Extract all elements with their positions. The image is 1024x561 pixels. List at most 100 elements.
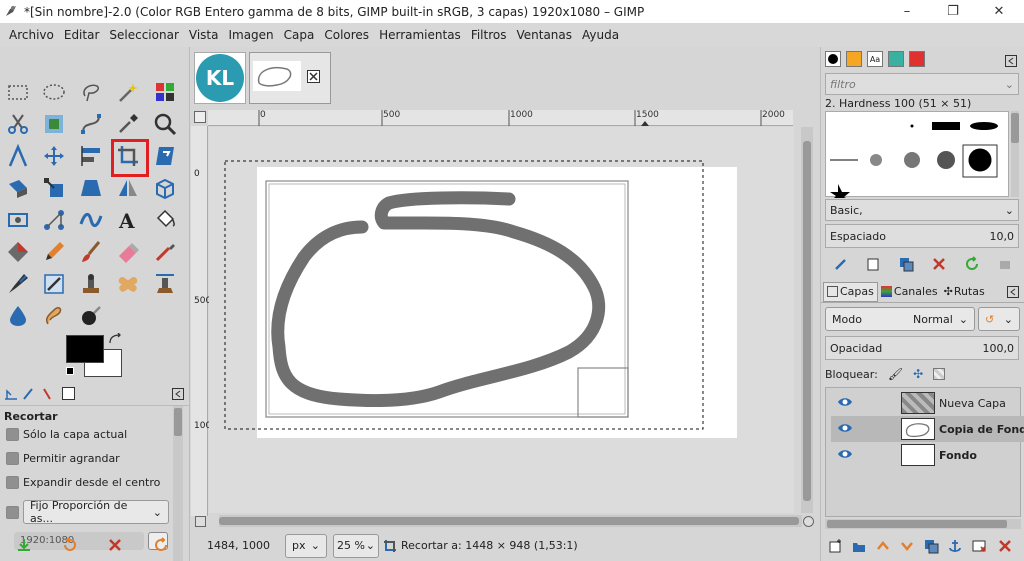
images-tab-icon[interactable] bbox=[62, 387, 75, 400]
current-layer-only-option[interactable]: Sólo la capa actual bbox=[6, 428, 127, 441]
expand-center-option[interactable]: Expandir desde el centro bbox=[6, 476, 160, 489]
quick-mask-icon[interactable] bbox=[194, 111, 206, 123]
flip-tool[interactable] bbox=[113, 173, 143, 203]
fonts-tab[interactable]: Aa bbox=[867, 51, 883, 67]
move-tool[interactable] bbox=[39, 141, 69, 171]
blur-tool[interactable] bbox=[3, 301, 33, 331]
layer-row[interactable]: Fondo bbox=[831, 442, 1024, 468]
opacity-slider[interactable]: Opacidad 100,0 bbox=[825, 336, 1019, 360]
vertical-scrollbar[interactable] bbox=[801, 127, 813, 513]
tab-capas[interactable]: Capas bbox=[823, 281, 878, 302]
vertical-ruler[interactable]: 0 500 1000 bbox=[191, 126, 217, 516]
lock-pixels-icon[interactable]: 🖌 bbox=[888, 367, 903, 381]
ink-tool[interactable] bbox=[3, 269, 33, 299]
lock-position-icon[interactable]: ✣ bbox=[913, 367, 923, 381]
handle-transform-tool[interactable] bbox=[39, 205, 69, 235]
eye-icon[interactable] bbox=[837, 448, 853, 460]
heal-tool[interactable] bbox=[113, 269, 143, 299]
tool-options-tab-icon[interactable] bbox=[4, 387, 18, 401]
unified-transform-tool[interactable] bbox=[150, 141, 180, 171]
menu-vista[interactable]: Vista bbox=[184, 28, 224, 42]
maximize-button[interactable]: ❐ bbox=[930, 0, 976, 23]
warp-tool[interactable] bbox=[3, 205, 33, 235]
ellipse-select-tool[interactable] bbox=[39, 77, 69, 107]
menu-ventanas[interactable]: Ventanas bbox=[511, 28, 577, 42]
brush-filter-field[interactable]: filtro ⌄ bbox=[825, 73, 1019, 95]
smudge-tool[interactable] bbox=[39, 301, 69, 331]
restore-preset-icon[interactable] bbox=[62, 537, 78, 553]
free-select-tool[interactable] bbox=[76, 77, 106, 107]
eraser-tool[interactable] bbox=[113, 237, 143, 267]
current-layer-only-checkbox[interactable] bbox=[6, 428, 19, 441]
bucket-fill-tool[interactable] bbox=[150, 205, 180, 235]
brush-preset-dropdown[interactable]: Basic, ⌄ bbox=[825, 199, 1019, 221]
zoom-tool[interactable] bbox=[150, 109, 180, 139]
reset-options-icon[interactable] bbox=[153, 537, 169, 553]
brush-grid-scrollbar[interactable] bbox=[1011, 111, 1019, 197]
menu-filtros[interactable]: Filtros bbox=[466, 28, 512, 42]
shear-tool[interactable] bbox=[3, 173, 33, 203]
open-brush-icon[interactable] bbox=[997, 256, 1013, 272]
fixed-option[interactable]: Fijo Proporción de as... ⌄ bbox=[6, 499, 169, 525]
new-layer-group-icon[interactable] bbox=[851, 538, 867, 554]
new-layer-icon[interactable] bbox=[827, 538, 843, 554]
perspective-tool[interactable] bbox=[76, 173, 106, 203]
canvas-viewport[interactable] bbox=[209, 127, 794, 513]
eye-icon[interactable] bbox=[837, 396, 853, 408]
paths-tool[interactable] bbox=[76, 109, 106, 139]
minimize-button[interactable]: – bbox=[884, 0, 930, 23]
brushes-tab[interactable] bbox=[825, 51, 841, 67]
undo-history-tab-icon[interactable] bbox=[40, 387, 54, 401]
align-tool[interactable] bbox=[76, 141, 106, 171]
device-status-tab-icon[interactable] bbox=[22, 387, 36, 401]
aspect-ratio-field[interactable]: 1920:1080 bbox=[14, 532, 144, 550]
menu-herramientas[interactable]: Herramientas bbox=[374, 28, 466, 42]
delete-preset-icon[interactable] bbox=[107, 537, 123, 553]
allow-grow-option[interactable]: Permitir agrandar bbox=[6, 452, 120, 465]
menu-seleccionar[interactable]: Seleccionar bbox=[104, 28, 183, 42]
measure-tool[interactable] bbox=[3, 141, 33, 171]
zoom-to-fit-icon[interactable] bbox=[803, 516, 814, 527]
edit-brush-icon[interactable] bbox=[833, 256, 849, 272]
spacing-slider[interactable]: Espaciado 10,0 bbox=[825, 224, 1019, 248]
select-by-color-tool[interactable] bbox=[150, 77, 180, 107]
duplicate-layer-icon[interactable] bbox=[923, 538, 939, 554]
clone-tool[interactable] bbox=[76, 269, 106, 299]
perspective-clone-tool[interactable] bbox=[150, 269, 180, 299]
configure-tab-icon[interactable] bbox=[172, 388, 184, 400]
brush-grid[interactable] bbox=[825, 111, 1009, 198]
foreground-select-tool[interactable] bbox=[39, 109, 69, 139]
tab-rutas[interactable]: ✣ Rutas bbox=[941, 282, 988, 302]
layers-hscrollbar[interactable] bbox=[825, 519, 1021, 529]
anchor-layer-icon[interactable] bbox=[947, 538, 963, 554]
3d-transform-tool[interactable] bbox=[150, 173, 180, 203]
delete-layer-icon[interactable] bbox=[997, 538, 1013, 554]
menu-colores[interactable]: Colores bbox=[319, 28, 374, 42]
allow-grow-checkbox[interactable] bbox=[6, 452, 19, 465]
document-history-tab[interactable] bbox=[888, 51, 904, 67]
lower-layer-icon[interactable] bbox=[899, 538, 915, 554]
expand-center-checkbox[interactable] bbox=[6, 476, 19, 489]
horizontal-scrollbar[interactable] bbox=[219, 515, 802, 527]
tab-canales[interactable]: Canales bbox=[878, 282, 941, 302]
save-tool-preset-icon[interactable] bbox=[16, 537, 32, 553]
menu-archivo[interactable]: Archivo bbox=[4, 28, 59, 42]
duplicate-brush-icon[interactable] bbox=[898, 256, 914, 272]
eye-icon[interactable] bbox=[837, 422, 853, 434]
swap-colors-icon[interactable] bbox=[108, 333, 122, 347]
new-brush-icon[interactable] bbox=[865, 256, 881, 272]
mypaint-brush-tool[interactable] bbox=[39, 269, 69, 299]
foreground-color-swatch[interactable] bbox=[66, 335, 104, 363]
mode-options-button[interactable]: ↺ ⌄ bbox=[978, 307, 1020, 331]
delete-brush-icon[interactable] bbox=[931, 256, 947, 272]
horizontal-ruler[interactable]: 0 500 1000 1500 2000 bbox=[208, 110, 793, 126]
rect-select-tool[interactable] bbox=[3, 77, 33, 107]
refresh-brushes-icon[interactable] bbox=[964, 256, 980, 272]
paintbrush-tool[interactable] bbox=[76, 237, 106, 267]
menu-capa[interactable]: Capa bbox=[279, 28, 320, 42]
close-window-button[interactable]: ✕ bbox=[976, 0, 1022, 23]
fixed-checkbox[interactable] bbox=[6, 505, 19, 519]
layer-mode-dropdown[interactable]: Modo Normal ⌄ bbox=[825, 307, 975, 331]
lock-alpha-icon[interactable] bbox=[933, 368, 946, 380]
dodge-burn-tool[interactable] bbox=[76, 301, 106, 331]
